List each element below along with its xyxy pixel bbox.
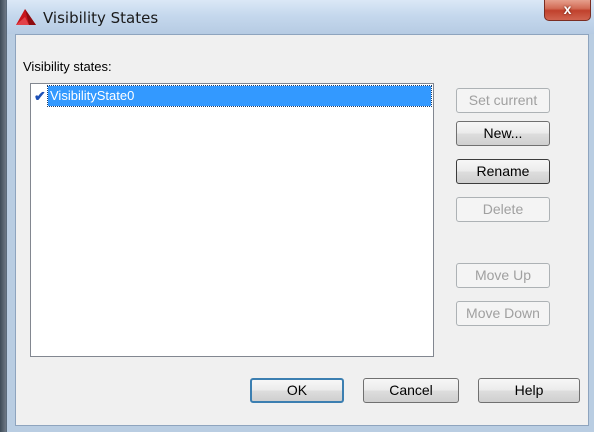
checkmark-icon: ✔ — [34, 88, 46, 104]
autocad-icon — [16, 9, 36, 25]
visibility-states-label: Visibility states: — [23, 59, 112, 74]
set-current-button[interactable]: Set current — [456, 88, 550, 113]
close-button[interactable]: x — [544, 0, 591, 21]
delete-button[interactable]: Delete — [456, 197, 550, 222]
list-item[interactable]: ✔ VisibilityState0 — [33, 85, 432, 107]
move-up-button[interactable]: Move Up — [456, 263, 550, 288]
cancel-button[interactable]: Cancel — [363, 378, 459, 403]
visibility-states-list[interactable]: ✔ VisibilityState0 — [30, 83, 434, 357]
dialog-body: Visibility states: ✔ VisibilityState0 Se… — [15, 34, 589, 426]
list-item-label[interactable]: VisibilityState0 — [47, 85, 432, 107]
ok-button[interactable]: OK — [250, 378, 344, 403]
new-button[interactable]: New... — [456, 121, 550, 146]
rename-button[interactable]: Rename — [456, 159, 550, 184]
window-title: Visibility States — [43, 9, 159, 27]
title-bar[interactable]: Visibility States x — [7, 0, 594, 34]
help-button[interactable]: Help — [478, 378, 580, 403]
visibility-states-dialog: Visibility States x Visibility states: ✔… — [6, 0, 594, 432]
move-down-button[interactable]: Move Down — [456, 301, 550, 326]
